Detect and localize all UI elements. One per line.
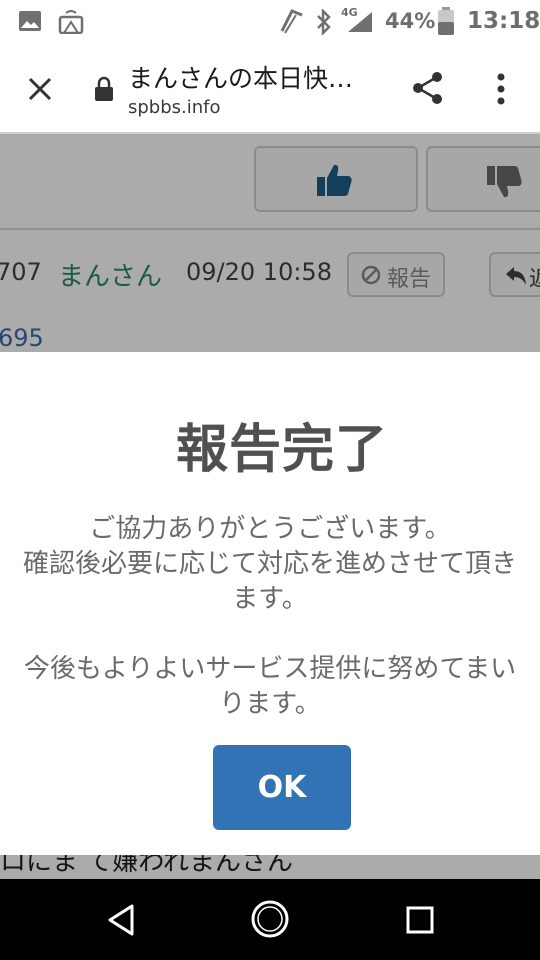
battery-icon: [438, 7, 454, 35]
image-icon: [19, 11, 41, 31]
browser-toolbar: まんさんの本日快… spbbs.info: [0, 44, 540, 134]
share-icon[interactable]: [410, 70, 446, 106]
battery-percent: 44%: [385, 9, 436, 33]
dialog-message-line: ます。: [232, 584, 308, 614]
dialog-message-line: ります。: [219, 689, 321, 719]
close-icon[interactable]: [27, 76, 53, 102]
clock: 13:18: [467, 8, 540, 34]
ok-button[interactable]: OK: [213, 745, 351, 830]
modal-backdrop[interactable]: [0, 134, 540, 352]
modal-backdrop-bottom[interactable]: [0, 855, 540, 879]
signal-icon: [348, 12, 372, 32]
recents-icon[interactable]: [406, 906, 434, 934]
back-icon[interactable]: [106, 903, 136, 937]
page-url: spbbs.info: [128, 97, 221, 118]
page-title: まんさんの本日快…: [128, 64, 354, 93]
more-options-icon[interactable]: [494, 72, 508, 106]
report-complete-dialog: 報告完了 ご協力ありがとうございます。 確認後必要に応じて対応を進めさせて頂き …: [0, 352, 540, 855]
dialog-message-line: 今後もよりよいサービス提供に努めてまい: [23, 654, 517, 684]
status-bar: 4G 44% 13:18: [0, 0, 540, 44]
bluetooth-icon: [317, 9, 331, 35]
nfc-icon: [280, 9, 303, 34]
dialog-message-line: 確認後必要に応じて対応を進めさせて頂き: [22, 549, 517, 579]
dialog-title: 報告完了: [175, 420, 388, 480]
hotspot-icon: [58, 10, 84, 34]
dialog-message-line: ご協力ありがとうございます。: [89, 514, 451, 544]
lock-icon: [95, 76, 113, 101]
navigation-bar: [0, 879, 540, 960]
home-icon[interactable]: [250, 899, 290, 939]
